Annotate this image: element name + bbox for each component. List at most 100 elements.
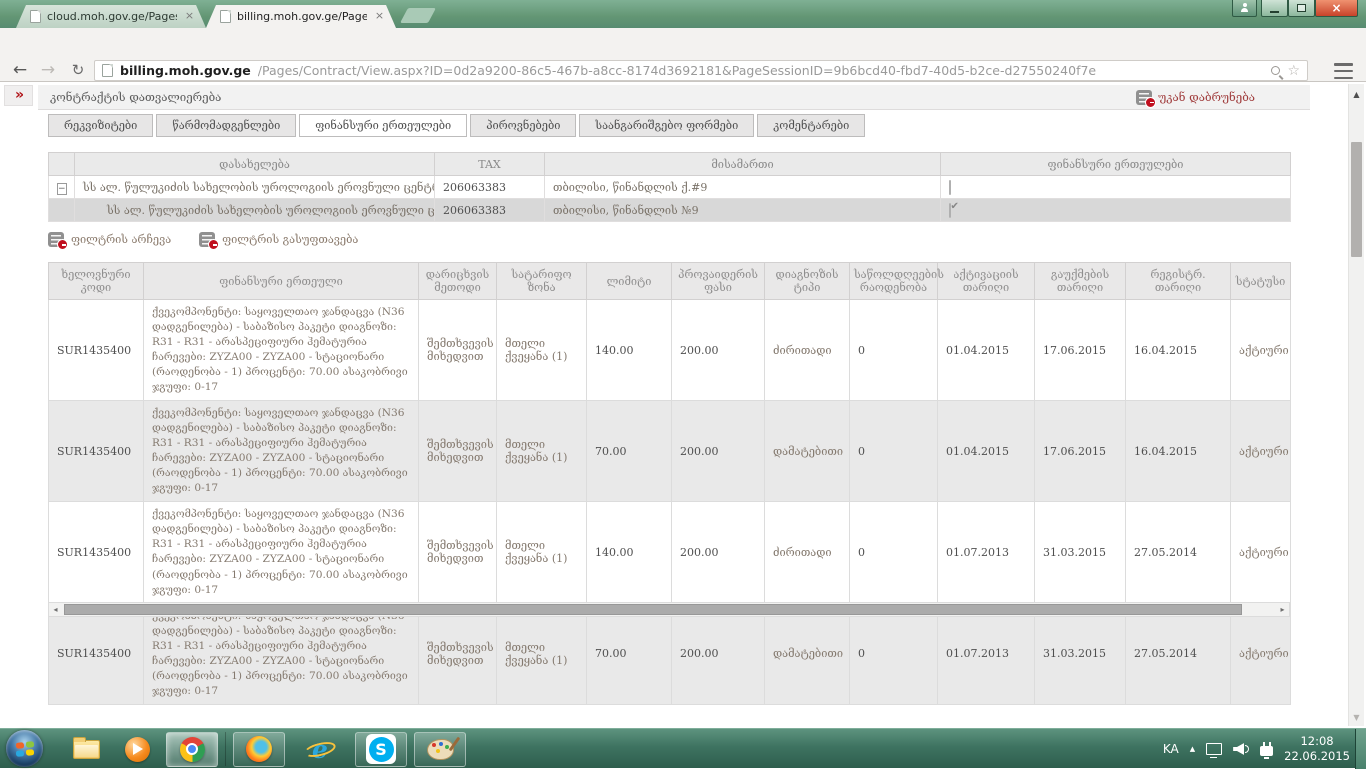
cell-limit: 140.00 bbox=[587, 502, 672, 603]
cell-diagnosis-type: ძირითადი bbox=[765, 502, 850, 603]
sidebar-expand-icon[interactable] bbox=[4, 85, 33, 106]
firefox-button[interactable] bbox=[233, 732, 285, 767]
go-back-label: უკან დაბრუნება bbox=[1158, 90, 1255, 104]
show-desktop-button[interactable] bbox=[1355, 729, 1366, 769]
language-indicator[interactable]: KA bbox=[1163, 742, 1179, 756]
taskbar-divider bbox=[225, 732, 226, 766]
cell-limit: 70.00 bbox=[587, 603, 672, 704]
browser-tab-billing[interactable]: billing.moh.gov.ge/Pages/ bbox=[206, 5, 396, 28]
column-header: დასახელება bbox=[75, 153, 435, 176]
page-favicon bbox=[220, 10, 231, 23]
page-tab-bar: რეკვიზიტები წარმომადგენლები ფინანსური ერ… bbox=[48, 114, 868, 137]
cell-unit: ქვეკომპონენტი: საყოველთაო ჯანდაცვა (N36 … bbox=[144, 300, 419, 401]
page-content: კონტრაქტის დათვალიერება უკან დაბრუნება რ… bbox=[0, 82, 1366, 728]
cell-cancel-date: 17.06.2015 bbox=[1035, 401, 1126, 502]
browser-tab-cloud[interactable]: cloud.moh.gov.ge/Pages/ bbox=[16, 5, 206, 28]
table-row-selected[interactable]: სს ალ. წულუკიძის სახელობის უროლოგიის ერო… bbox=[49, 199, 1291, 222]
url-host: billing.moh.gov.ge bbox=[120, 63, 251, 78]
tab-persons[interactable]: პიროვნებები bbox=[470, 114, 576, 137]
tab-representatives[interactable]: წარმომადგენლები bbox=[156, 114, 296, 137]
browser-toolbar: ← → ↻ billing.moh.gov.ge /Pages/Contract… bbox=[0, 28, 1366, 82]
close-button[interactable] bbox=[1315, 0, 1358, 17]
tab-close-icon[interactable] bbox=[373, 10, 386, 23]
paint-button[interactable] bbox=[414, 732, 466, 767]
profile-button[interactable] bbox=[1232, 0, 1257, 17]
tab-financial-units[interactable]: ფინანსური ერთეულები bbox=[299, 114, 467, 137]
back-icon[interactable]: ← bbox=[8, 59, 32, 81]
filter-select-label: ფილტრის არჩევა bbox=[71, 233, 171, 246]
filter-select-button[interactable]: ფილტრის არჩევა bbox=[48, 232, 171, 247]
cell-limit: 140.00 bbox=[587, 300, 672, 401]
vertical-scroll-thumb[interactable] bbox=[1351, 142, 1362, 257]
maximize-button[interactable] bbox=[1288, 0, 1315, 17]
cell-price: 200.00 bbox=[672, 603, 765, 704]
tray-date: 22.06.2015 bbox=[1284, 749, 1350, 763]
cell-name: სს ალ. წულუკიძის სახელობის უროლოგიის ერო… bbox=[75, 176, 435, 199]
address-bar[interactable]: billing.moh.gov.ge /Pages/Contract/View.… bbox=[94, 60, 1308, 81]
page-favicon bbox=[30, 10, 41, 23]
tab-report-forms[interactable]: საანგარიშგებო ფორმები bbox=[579, 114, 754, 137]
cell-bed-days: 0 bbox=[850, 603, 938, 704]
chrome-button[interactable] bbox=[166, 732, 218, 767]
new-tab-button[interactable] bbox=[400, 8, 436, 23]
cell-activation-date: 01.04.2015 bbox=[938, 401, 1035, 502]
reload-icon[interactable]: ↻ bbox=[66, 59, 90, 81]
filter-clear-label: ფილტრის გასუფთავება bbox=[222, 233, 358, 246]
scroll-left-icon[interactable] bbox=[49, 603, 62, 616]
table-row[interactable]: SUR1435400 ქვეკომპონენტი: საყოველთაო ჯან… bbox=[49, 401, 1291, 502]
cell-cancel-date: 31.03.2015 bbox=[1035, 603, 1126, 704]
tab-requisites[interactable]: რეკვიზიტები bbox=[48, 114, 153, 137]
fin-units-checkbox-checked[interactable] bbox=[949, 203, 951, 218]
tray-time: 12:08 bbox=[1300, 734, 1333, 748]
scroll-down-icon[interactable] bbox=[1349, 713, 1364, 722]
table-row[interactable]: SUR1435400 ქვეკომპონენტი: საყოველთაო ჯან… bbox=[49, 603, 1291, 704]
tab-comments[interactable]: კომენტარები bbox=[757, 114, 865, 137]
hidden-icons-arrow[interactable] bbox=[1190, 745, 1195, 753]
table-row[interactable]: სს ალ. წულუკიძის სახელობის უროლოგიის ერო… bbox=[49, 176, 1291, 199]
power-plug-icon[interactable] bbox=[1260, 746, 1273, 756]
volume-icon[interactable] bbox=[1233, 743, 1249, 755]
column-header: სატარიფო ზონა bbox=[497, 263, 587, 300]
cell-zone: მთელი ქვეყანა (1) bbox=[497, 401, 587, 502]
column-header: რეგისტრ. თარიღი bbox=[1126, 263, 1231, 300]
internet-explorer-button[interactable]: e bbox=[292, 731, 348, 767]
horizontal-scroll-thumb[interactable] bbox=[64, 604, 1242, 615]
column-header: სტატუსი bbox=[1231, 263, 1291, 300]
page-icon bbox=[102, 64, 113, 77]
cell-price: 200.00 bbox=[672, 502, 765, 603]
media-player-button[interactable] bbox=[115, 731, 159, 767]
column-header: დარიცხვის მეთოდი bbox=[419, 263, 497, 300]
cell-name: სს ალ. წულუკიძის სახელობის უროლოგიის ერო… bbox=[75, 199, 435, 222]
cell-method: შემთხვევის მიხედვით bbox=[419, 603, 497, 704]
skype-icon: S bbox=[366, 734, 396, 764]
fin-units-checkbox[interactable] bbox=[949, 180, 951, 195]
start-button[interactable] bbox=[6, 730, 43, 767]
network-icon[interactable] bbox=[1206, 743, 1222, 755]
tab-close-icon[interactable] bbox=[183, 10, 196, 23]
skype-button[interactable]: S bbox=[355, 732, 407, 767]
table-row[interactable]: SUR1435400 ქვეკომპონენტი: საყოველთაო ჯან… bbox=[49, 300, 1291, 401]
cell-unit: ქვეკომპონენტი: საყოველთაო ჯანდაცვა (N36 … bbox=[144, 502, 419, 603]
browser-tab-strip: cloud.moh.gov.ge/Pages/ billing.moh.gov.… bbox=[0, 0, 1366, 28]
chrome-icon bbox=[180, 737, 205, 762]
go-back-button[interactable]: უკან დაბრუნება bbox=[1136, 90, 1255, 105]
menu-icon[interactable] bbox=[1330, 62, 1357, 80]
scroll-right-icon[interactable] bbox=[1276, 603, 1289, 616]
filter-clear-button[interactable]: ფილტრის გასუფთავება bbox=[199, 232, 358, 247]
horizontal-scrollbar[interactable] bbox=[48, 602, 1290, 617]
cell-bed-days: 0 bbox=[850, 300, 938, 401]
scroll-up-icon[interactable] bbox=[1349, 90, 1364, 99]
clock[interactable]: 12:08 22.06.2015 bbox=[1284, 734, 1350, 764]
table-row[interactable]: SUR1435400 ქვეკომპონენტი: საყოველთაო ჯან… bbox=[49, 502, 1291, 603]
minimize-button[interactable] bbox=[1261, 0, 1288, 17]
windows-explorer-button[interactable] bbox=[64, 731, 108, 767]
column-header: ფინანსური ერთეული bbox=[144, 263, 419, 300]
forward-icon[interactable]: → bbox=[36, 59, 60, 81]
collapse-icon[interactable] bbox=[57, 183, 67, 195]
cell-zone: მთელი ქვეყანა (1) bbox=[497, 300, 587, 401]
bookmark-star-icon[interactable] bbox=[1287, 63, 1300, 79]
vertical-scrollbar[interactable] bbox=[1348, 84, 1364, 726]
zoom-icon[interactable] bbox=[1271, 66, 1280, 75]
maximize-icon bbox=[1297, 4, 1306, 12]
cell-cancel-date: 17.06.2015 bbox=[1035, 300, 1126, 401]
